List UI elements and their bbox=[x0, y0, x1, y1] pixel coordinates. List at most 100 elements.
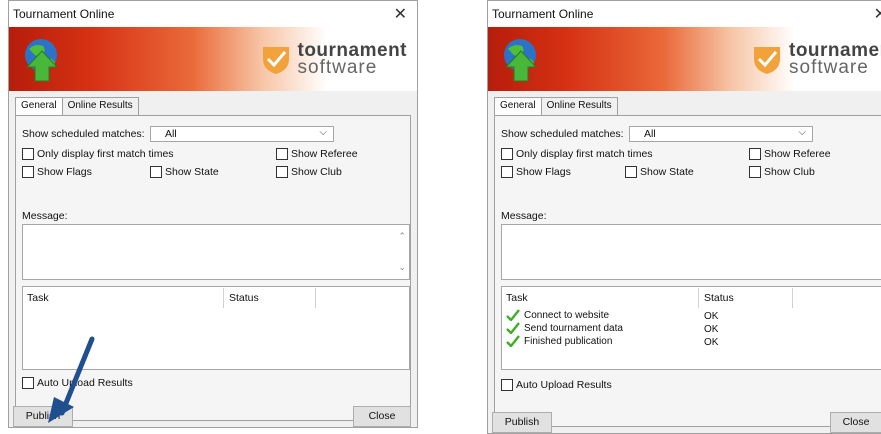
show-state-label: Show State bbox=[640, 166, 694, 178]
brand-logo: tournament software bbox=[260, 41, 408, 77]
title-bar: Tournament Online ✕ bbox=[488, 1, 881, 27]
show-referee-label: Show Referee bbox=[291, 148, 358, 160]
checkbox-box[interactable] bbox=[22, 148, 34, 160]
checkbox-box[interactable] bbox=[22, 166, 34, 178]
show-scheduled-value: All bbox=[165, 128, 177, 140]
window-title: Tournament Online bbox=[492, 7, 594, 21]
publish-button[interactable]: Publish bbox=[13, 406, 73, 427]
show-flags-label: Show Flags bbox=[37, 166, 92, 178]
general-panel: Show scheduled matches: All ⌵ Only displ… bbox=[15, 115, 411, 421]
checkbox-box[interactable] bbox=[276, 166, 288, 178]
checkbox-box[interactable] bbox=[501, 148, 513, 160]
task-list: Task Status bbox=[22, 286, 410, 370]
checkbox-box[interactable] bbox=[501, 379, 513, 391]
task-row: Connect to website bbox=[506, 309, 609, 321]
tab-online-results[interactable]: Online Results bbox=[540, 97, 618, 115]
show-state-label: Show State bbox=[165, 166, 219, 178]
message-label: Message: bbox=[22, 210, 68, 222]
window-title: Tournament Online bbox=[13, 7, 115, 21]
auto-upload-label: Auto Upload Results bbox=[516, 379, 612, 391]
show-scheduled-value: All bbox=[644, 128, 656, 140]
close-button[interactable]: Close bbox=[830, 412, 881, 433]
green-check-icon bbox=[506, 309, 520, 321]
show-flags-checkbox[interactable]: Show Flags bbox=[501, 166, 571, 178]
banner: tournament software bbox=[9, 27, 417, 91]
scroll-up-icon[interactable]: ⌃ bbox=[398, 231, 406, 242]
only-first-checkbox[interactable]: Only display first match times bbox=[22, 148, 174, 160]
task-name: Finished publication bbox=[524, 335, 613, 347]
show-scheduled-label: Show scheduled matches: bbox=[501, 128, 624, 140]
show-referee-label: Show Referee bbox=[764, 148, 831, 160]
close-window-icon[interactable]: ✕ bbox=[394, 4, 407, 24]
banner: tournament software bbox=[488, 27, 881, 91]
tournament-software-logo-icon bbox=[754, 47, 780, 74]
chevron-down-icon: ⌵ bbox=[319, 127, 327, 138]
only-first-label: Only display first match times bbox=[37, 148, 174, 160]
show-state-checkbox[interactable]: Show State bbox=[150, 166, 219, 178]
green-check-icon bbox=[506, 322, 520, 334]
checkbox-box[interactable] bbox=[22, 377, 34, 389]
show-scheduled-select[interactable]: All ⌵ bbox=[150, 126, 334, 142]
checkbox-box[interactable] bbox=[276, 148, 288, 160]
auto-upload-checkbox[interactable]: Auto Upload Results bbox=[22, 377, 133, 389]
general-panel: Show scheduled matches: All ⌵ Only displ… bbox=[494, 115, 881, 427]
task-row: Send tournament data bbox=[506, 322, 623, 334]
status-column-header: Status bbox=[229, 292, 259, 304]
column-divider bbox=[315, 288, 316, 308]
tournament-online-window-after: Tournament Online ✕ tournament software … bbox=[487, 0, 881, 434]
checkbox-box[interactable] bbox=[749, 148, 761, 160]
only-first-label: Only display first match times bbox=[516, 148, 653, 160]
brand-logo: tournament software bbox=[751, 41, 881, 77]
tab-online-results[interactable]: Online Results bbox=[61, 97, 139, 115]
checkbox-box[interactable] bbox=[749, 166, 761, 178]
globe-upload-icon bbox=[25, 39, 59, 82]
tournament-online-window-before: Tournament Online ✕ tournament software … bbox=[8, 0, 418, 428]
show-flags-checkbox[interactable]: Show Flags bbox=[22, 166, 92, 178]
column-divider bbox=[792, 288, 793, 308]
tab-strip: General Online Results bbox=[15, 97, 139, 115]
checkbox-box[interactable] bbox=[150, 166, 162, 178]
close-window-icon[interactable]: ✕ bbox=[874, 4, 881, 24]
tab-general[interactable]: General bbox=[15, 97, 63, 115]
show-club-checkbox[interactable]: Show Club bbox=[749, 166, 815, 178]
show-scheduled-label: Show scheduled matches: bbox=[22, 128, 145, 140]
scroll-down-icon[interactable]: ⌄ bbox=[398, 262, 406, 273]
show-club-label: Show Club bbox=[291, 166, 342, 178]
title-bar: Tournament Online ✕ bbox=[9, 1, 417, 27]
status-column-header: Status bbox=[704, 292, 734, 304]
chevron-down-icon: ⌵ bbox=[798, 127, 806, 138]
only-first-checkbox[interactable]: Only display first match times bbox=[501, 148, 653, 160]
tab-strip: General Online Results bbox=[494, 97, 618, 115]
show-flags-label: Show Flags bbox=[516, 166, 571, 178]
task-status: OK bbox=[704, 337, 719, 348]
show-club-label: Show Club bbox=[764, 166, 815, 178]
tab-general[interactable]: General bbox=[494, 97, 542, 115]
task-name: Send tournament data bbox=[524, 322, 623, 334]
task-column-header: Task bbox=[27, 292, 49, 304]
task-list: Task Status Connect to website OK Send t… bbox=[501, 286, 881, 370]
show-club-checkbox[interactable]: Show Club bbox=[276, 166, 342, 178]
tournament-software-logo-icon bbox=[262, 47, 289, 74]
message-label: Message: bbox=[501, 210, 547, 222]
brand-line2: software bbox=[789, 57, 869, 78]
message-textarea[interactable]: ⌃ ⌄ bbox=[22, 224, 410, 280]
publish-button[interactable]: Publish bbox=[492, 412, 552, 433]
checkbox-box[interactable] bbox=[501, 166, 513, 178]
checkbox-box[interactable] bbox=[625, 166, 637, 178]
show-referee-checkbox[interactable]: Show Referee bbox=[276, 148, 358, 160]
task-row: Finished publication bbox=[506, 335, 612, 347]
message-textarea[interactable]: ⌃ ⌄ bbox=[501, 224, 881, 280]
show-state-checkbox[interactable]: Show State bbox=[625, 166, 694, 178]
show-scheduled-select[interactable]: All ⌵ bbox=[629, 126, 813, 142]
globe-upload-icon bbox=[504, 39, 538, 82]
green-check-icon bbox=[506, 335, 520, 347]
auto-upload-checkbox[interactable]: Auto Upload Results bbox=[501, 379, 612, 391]
task-status: OK bbox=[704, 324, 719, 335]
auto-upload-label: Auto Upload Results bbox=[37, 377, 133, 389]
task-status: OK bbox=[704, 311, 719, 322]
close-button[interactable]: Close bbox=[353, 406, 411, 427]
brand-line2: software bbox=[297, 57, 378, 78]
task-name: Connect to website bbox=[524, 309, 610, 321]
column-divider bbox=[223, 288, 224, 308]
show-referee-checkbox[interactable]: Show Referee bbox=[749, 148, 831, 160]
